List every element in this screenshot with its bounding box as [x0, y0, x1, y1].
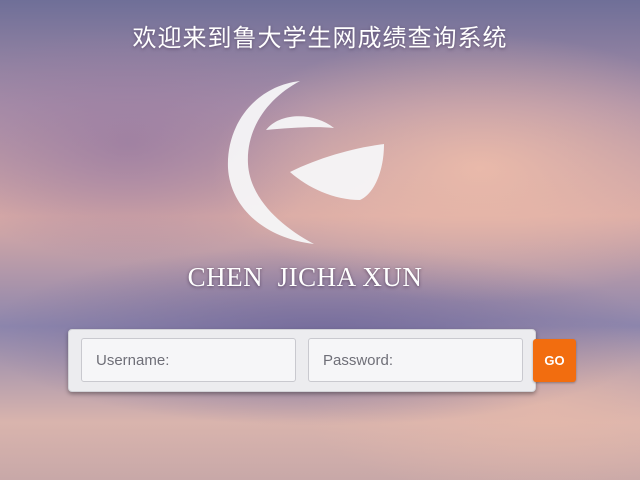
logo-crescent-shape: [227, 81, 314, 244]
go-button[interactable]: GO: [533, 339, 576, 382]
logo-lower-blade: [290, 144, 384, 200]
page-title: 欢迎来到鲁大学生网成绩查询系统: [132, 24, 508, 52]
crescent-logo-icon: [227, 81, 384, 244]
logo-upper-blade: [266, 116, 334, 130]
login-panel: [68, 329, 536, 392]
brand-name: CHEN JICHA XUN: [187, 262, 423, 292]
username-input[interactable]: [81, 338, 296, 382]
password-input[interactable]: [308, 338, 523, 382]
